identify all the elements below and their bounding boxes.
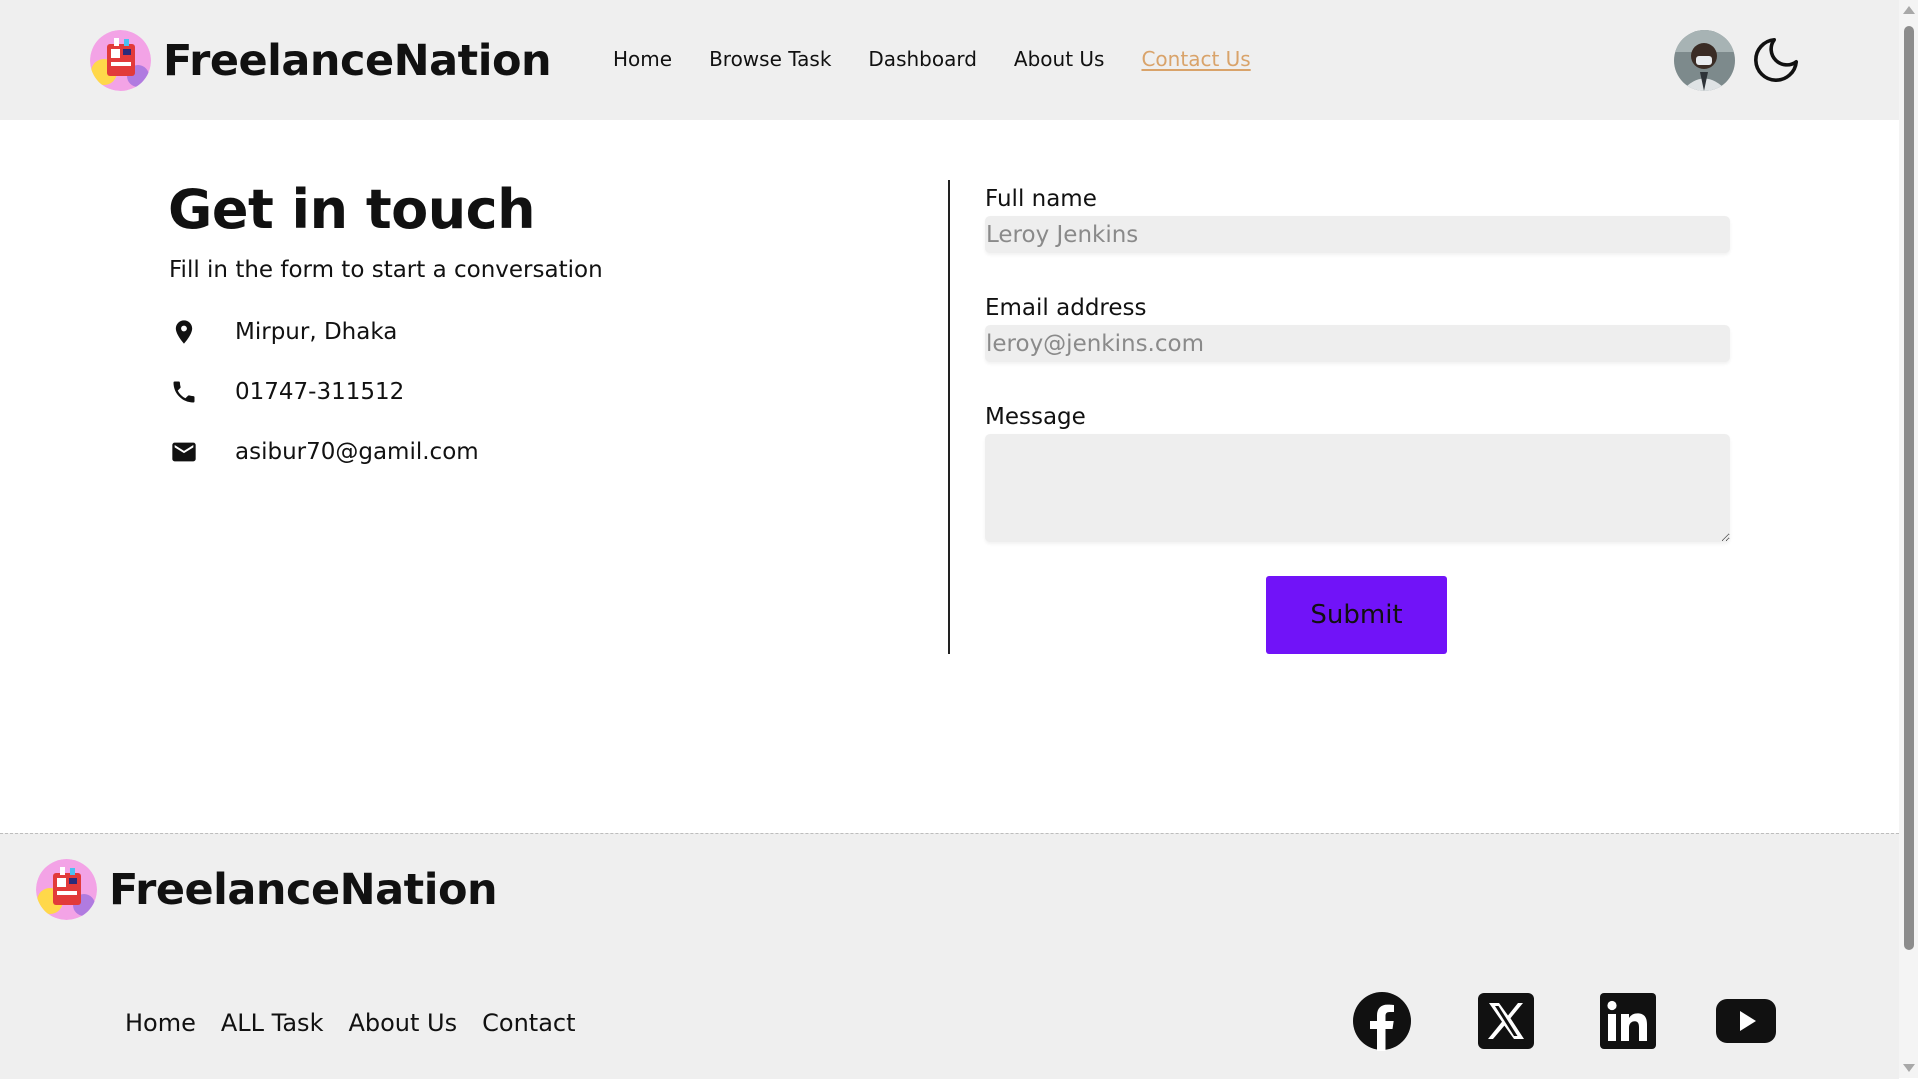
youtube-icon[interactable] — [1716, 999, 1776, 1043]
page-scrollbar[interactable] — [1899, 0, 1918, 1078]
footer-brand-logo — [36, 859, 97, 920]
scrollbar-thumb[interactable] — [1904, 26, 1914, 950]
brand-name: FreelanceNation — [163, 35, 552, 86]
nav-home[interactable]: Home — [613, 47, 672, 71]
email-text: asibur70@gamil.com — [235, 439, 479, 465]
footer-link-about-us[interactable]: About Us — [348, 1009, 457, 1037]
mail-icon — [172, 442, 196, 462]
contact-location: Mirpur, Dhaka — [170, 318, 397, 346]
footer-links: Home ALL Task About Us Contact — [125, 1009, 576, 1037]
fullname-label: Full name — [985, 186, 1097, 212]
nav-about-us[interactable]: About Us — [1014, 47, 1105, 71]
phone-icon — [173, 381, 195, 403]
header-brand[interactable]: FreelanceNation — [90, 30, 552, 91]
message-textarea[interactable] — [985, 434, 1730, 542]
linkedin-icon[interactable] — [1600, 993, 1656, 1049]
footer-link-home[interactable]: Home — [125, 1009, 196, 1037]
email-input[interactable] — [985, 325, 1730, 362]
facebook-icon[interactable] — [1352, 991, 1412, 1051]
submit-button[interactable]: Submit — [1266, 576, 1447, 654]
page-title: Get in touch — [168, 178, 536, 241]
column-divider — [948, 180, 950, 654]
site-footer: FreelanceNation Home ALL Task About Us C… — [0, 833, 1899, 1079]
location-text: Mirpur, Dhaka — [235, 319, 398, 345]
phone-text: 01747-311512 — [235, 379, 405, 405]
footer-brand-name: FreelanceNation — [109, 864, 498, 915]
scroll-up-arrow-icon[interactable] — [1903, 6, 1915, 14]
footer-link-contact[interactable]: Contact — [482, 1009, 575, 1037]
location-pin-icon — [175, 320, 193, 344]
dark-mode-moon-icon[interactable] — [1749, 33, 1803, 87]
scroll-down-arrow-icon[interactable] — [1903, 1064, 1915, 1072]
page-subtitle: Fill in the form to start a conversation — [169, 257, 603, 283]
nav-contact-us[interactable]: Contact Us — [1141, 47, 1250, 71]
nav-dashboard[interactable]: Dashboard — [868, 47, 977, 71]
nav-browse-task[interactable]: Browse Task — [709, 47, 831, 71]
main-nav: Home Browse Task Dashboard About Us Cont… — [613, 47, 1251, 71]
brand-logo — [90, 30, 151, 91]
message-label: Message — [985, 404, 1086, 430]
footer-brand[interactable]: FreelanceNation — [36, 859, 498, 920]
site-header: FreelanceNation Home Browse Task Dashboa… — [0, 0, 1899, 120]
email-label: Email address — [985, 295, 1147, 321]
contact-email: asibur70@gamil.com — [170, 438, 479, 466]
fullname-input[interactable] — [985, 216, 1730, 253]
contact-phone: 01747-311512 — [170, 378, 404, 406]
footer-link-all-task[interactable]: ALL Task — [221, 1009, 324, 1037]
user-avatar[interactable] — [1674, 30, 1735, 91]
x-icon[interactable] — [1478, 993, 1534, 1049]
